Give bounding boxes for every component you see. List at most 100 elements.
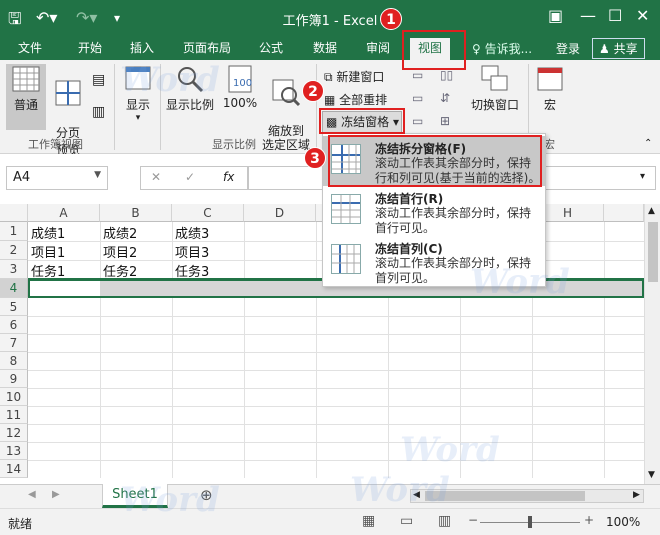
- row-header[interactable]: 3: [0, 260, 28, 279]
- column-header[interactable]: B: [100, 204, 172, 222]
- enter-icon[interactable]: ✓: [185, 170, 195, 184]
- tab-formulas[interactable]: 公式: [259, 40, 283, 60]
- custom-views-icon[interactable]: ▥: [92, 104, 105, 120]
- tab-file[interactable]: 文件: [18, 40, 42, 60]
- page-break-icon: [55, 80, 81, 106]
- login-button[interactable]: 登录: [556, 40, 580, 57]
- tell-me-search[interactable]: ♀ 告诉我...: [472, 40, 532, 57]
- next-sheet-icon[interactable]: ▶: [52, 489, 60, 500]
- cell-a2[interactable]: 项目1: [28, 242, 65, 261]
- expand-formula-icon[interactable]: ▾: [640, 171, 645, 182]
- gridline: [28, 460, 644, 461]
- row-header[interactable]: 11: [0, 406, 28, 424]
- row-header[interactable]: 6: [0, 316, 28, 334]
- cell-c1[interactable]: 成绩3: [172, 223, 209, 242]
- minimize-icon[interactable]: —: [580, 6, 596, 25]
- workbook-views-group-label: 工作簿视图: [28, 138, 83, 151]
- arrange-all-button[interactable]: ▦ 全部重排: [324, 91, 387, 108]
- status-ready: 就绪: [8, 517, 33, 531]
- zoom-to-selection-button[interactable]: 缩放到 选定区域: [262, 64, 310, 152]
- annotation-box-freeze-panes-item: [328, 135, 542, 187]
- cell-b2[interactable]: 项目2: [100, 242, 137, 261]
- page-layout-view-icon[interactable]: ▤: [92, 72, 105, 88]
- prev-sheet-icon[interactable]: ◀: [28, 489, 36, 500]
- watermark-logo: Word: [470, 262, 570, 302]
- gridline: [28, 370, 644, 371]
- page-layout-status-icon[interactable]: ▭: [400, 513, 413, 529]
- column-header[interactable]: A: [28, 204, 100, 222]
- scroll-right-icon[interactable]: ▶: [633, 490, 640, 500]
- step-badge-2: 2: [302, 80, 324, 102]
- normal-view-button[interactable]: 普通: [6, 64, 46, 130]
- status-bar: 就绪 ▦ ▭ ▥ − + 100%: [0, 508, 660, 535]
- zoom-out-icon[interactable]: −: [468, 513, 478, 527]
- name-box[interactable]: A4 ▼: [6, 166, 108, 190]
- tab-page-layout[interactable]: 页面布局: [183, 40, 231, 60]
- page-break-status-icon[interactable]: ▥: [438, 513, 451, 529]
- gridline: [28, 316, 644, 317]
- split-icon[interactable]: ▭: [412, 68, 423, 82]
- row-header[interactable]: 12: [0, 424, 28, 442]
- scroll-thumb[interactable]: [648, 222, 658, 282]
- row-header[interactable]: 10: [0, 388, 28, 406]
- cell-c3[interactable]: 任务3: [172, 261, 209, 280]
- zoom-selection-label: 缩放到 选定区域: [262, 124, 311, 152]
- vertical-scrollbar[interactable]: ▲ ▼: [644, 204, 660, 484]
- normal-view-status-icon[interactable]: ▦: [362, 513, 375, 529]
- cell-a1[interactable]: 成绩1: [28, 223, 65, 242]
- menu-item-freeze-top-row[interactable]: 冻结首行(R) 滚动工作表其余部分时，保持首行可见。: [323, 186, 545, 236]
- share-button[interactable]: ♟ 共享: [592, 38, 645, 59]
- macros-button[interactable]: 宏: [534, 64, 566, 113]
- freeze-top-row-icon: [331, 194, 361, 224]
- maximize-icon[interactable]: ☐: [608, 6, 622, 25]
- annotation-box-freeze-button: [319, 108, 405, 134]
- unhide-icon[interactable]: ▭: [412, 114, 423, 128]
- cell-a3[interactable]: 任务1: [28, 261, 65, 280]
- zoom-100-label: 100%: [222, 96, 258, 110]
- zoom-selection-icon: [272, 79, 301, 107]
- lightbulb-icon: ♀: [472, 42, 485, 56]
- row-header[interactable]: 8: [0, 352, 28, 370]
- macros-label: 宏: [543, 98, 556, 112]
- select-all-corner[interactable]: [0, 204, 28, 222]
- new-window-button[interactable]: ⧉ 新建窗口: [324, 68, 384, 85]
- gridline: [28, 424, 644, 425]
- active-cell-a4[interactable]: [30, 281, 100, 296]
- reset-position-icon[interactable]: ⊞: [440, 114, 450, 128]
- sync-scroll-icon[interactable]: ⇵: [440, 91, 450, 105]
- column-header[interactable]: [604, 204, 644, 222]
- zoom-100-button[interactable]: 100 100%: [220, 64, 260, 110]
- zoom-label: 显示比例: [165, 98, 214, 112]
- tab-insert[interactable]: 插入: [130, 40, 154, 60]
- collapse-ribbon-icon[interactable]: ⌃: [644, 138, 652, 149]
- row-header[interactable]: 5: [0, 298, 28, 316]
- insert-function-icon[interactable]: fx: [223, 170, 234, 184]
- row-header[interactable]: 1: [0, 222, 28, 241]
- row-header[interactable]: 13: [0, 442, 28, 460]
- tab-home[interactable]: 开始: [78, 40, 102, 60]
- column-header[interactable]: C: [172, 204, 244, 222]
- hide-icon[interactable]: ▭: [412, 91, 423, 105]
- tab-review[interactable]: 审阅: [366, 40, 390, 60]
- tab-data[interactable]: 数据: [313, 40, 337, 60]
- row-header[interactable]: 14: [0, 460, 28, 478]
- zoom-level[interactable]: 100%: [606, 515, 640, 529]
- scroll-down-icon[interactable]: ▼: [648, 470, 655, 480]
- cell-b3[interactable]: 任务2: [100, 261, 137, 280]
- ribbon-display-icon[interactable]: ▣: [548, 6, 563, 25]
- view-side-by-side-icon[interactable]: ▯▯: [440, 68, 453, 82]
- row-header[interactable]: 2: [0, 241, 28, 260]
- zoom-slider-thumb[interactable]: [528, 516, 532, 528]
- ribbon-tabs: 文件 开始 插入 页面布局 公式 数据 审阅 视图 ♀ 告诉我... 登录 ♟ …: [0, 36, 660, 60]
- row-header-selected[interactable]: 4: [0, 279, 28, 298]
- switch-windows-button[interactable]: 切换窗口: [468, 64, 522, 113]
- close-icon[interactable]: ✕: [636, 6, 649, 25]
- scroll-up-icon[interactable]: ▲: [648, 206, 655, 216]
- zoom-in-icon[interactable]: +: [584, 513, 594, 527]
- cell-c2[interactable]: 项目3: [172, 242, 209, 261]
- cell-b1[interactable]: 成绩2: [100, 223, 137, 242]
- row-header[interactable]: 7: [0, 334, 28, 352]
- row-header[interactable]: 9: [0, 370, 28, 388]
- cancel-icon[interactable]: ✕: [151, 170, 161, 184]
- column-header[interactable]: D: [244, 204, 316, 222]
